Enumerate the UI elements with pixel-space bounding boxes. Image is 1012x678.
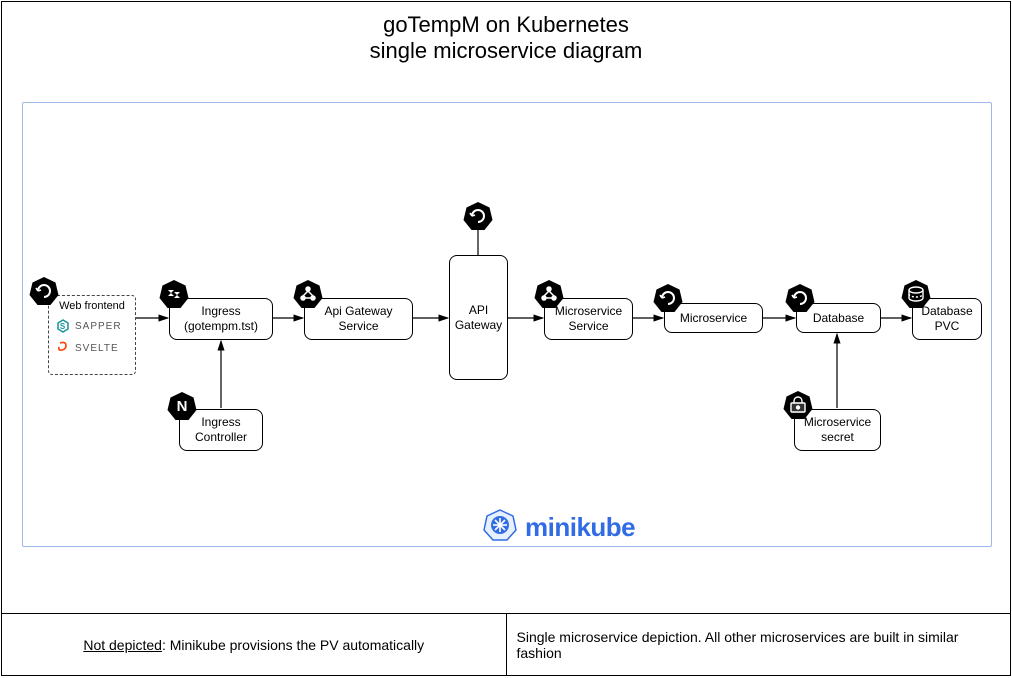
ingress-controller-l1: Ingress [195,415,247,430]
sapper-row: S SAPPER [55,318,129,334]
microservice-label: Microservice [680,311,747,326]
svg-text:S: S [60,322,66,331]
sapper-label: SAPPER [75,321,122,332]
secret-icon [783,390,813,420]
svelte-label: SVELTE [75,343,119,354]
agw-svc-l1: Api Gateway [324,304,392,319]
nginx-icon: N [167,391,197,421]
deployment-icon [29,276,59,306]
ingress-controller-l2: Controller [195,430,247,445]
ms-svc-l2: Service [555,319,622,334]
minikube-text: minikube [525,512,635,543]
footer-left-prefix: Not depicted [83,637,162,653]
footer-left-rest: : Minikube provisions the PV automatical… [162,637,424,653]
ingress-label-1: Ingress [184,304,258,319]
ms-svc-l1: Microservice [555,304,622,319]
footer-right: Single microservice depiction. All other… [507,614,1011,675]
minikube-label: minikube [483,508,635,547]
minikube-icon [483,508,517,547]
title-line1: goTempM on Kubernetes [2,12,1010,38]
ms-secret-l2: secret [804,430,871,445]
api-gateway-node: API Gateway [449,255,508,380]
cluster-boundary: Web frontend S SAPPER SVELTE Ingress ( [22,102,992,547]
agw-svc-l2: Service [324,319,392,334]
api-gateway-l1: API [455,303,502,318]
deployment-icon [463,201,493,231]
title-area: goTempM on Kubernetes single microservic… [2,2,1010,64]
footer-left: Not depicted: Minikube provisions the PV… [2,614,507,675]
svelte-icon [55,340,71,356]
ingress-icon [159,279,189,309]
service-icon [293,279,323,309]
database-label: Database [813,311,864,326]
api-gateway-l2: Gateway [455,318,502,333]
pvc-icon [901,279,931,309]
deployment-icon [653,283,683,313]
db-pvc-l2: PVC [921,319,972,334]
web-frontend-label: Web frontend [55,300,129,312]
diagram-frame: goTempM on Kubernetes single microservic… [1,1,1011,676]
ingress-label-2: (gotempm.tst) [184,319,258,334]
footer: Not depicted: Minikube provisions the PV… [2,613,1010,675]
svg-text:N: N [177,398,188,415]
title-line2: single microservice diagram [2,38,1010,64]
deployment-icon [785,283,815,313]
svelte-row: SVELTE [55,340,129,356]
sapper-icon: S [55,318,71,334]
web-frontend-box: Web frontend S SAPPER SVELTE [48,295,136,375]
footer-right-text: Single microservice depiction. All other… [517,629,1001,661]
ms-secret-l1: Microservice [804,415,871,430]
service-icon [534,279,564,309]
